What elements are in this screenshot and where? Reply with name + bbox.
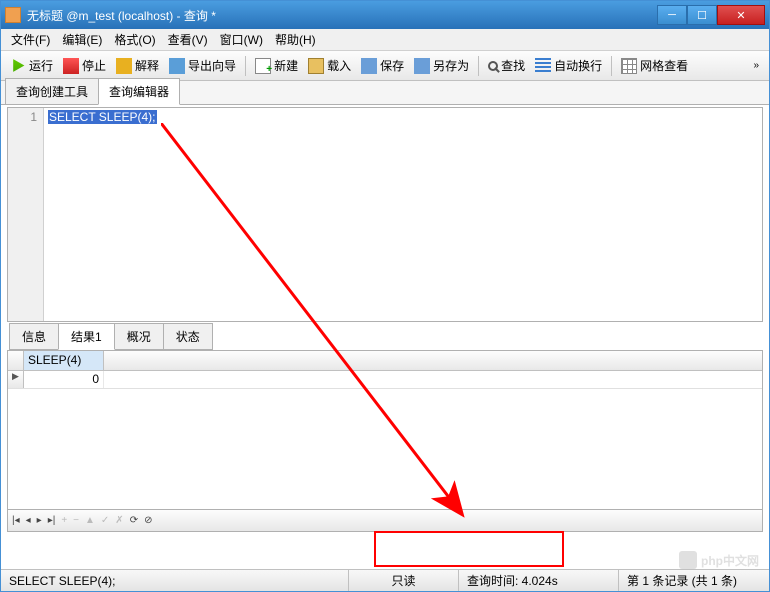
stop-label: 停止 [82, 57, 106, 74]
grid-view-button[interactable]: 网格查看 [616, 54, 693, 77]
tab-status[interactable]: 状态 [163, 323, 213, 350]
nav-prev[interactable]: ◂ [26, 515, 31, 526]
tab-result1[interactable]: 结果1 [58, 323, 115, 350]
saveas-label: 另存为 [433, 57, 469, 74]
line-gutter: 1 [8, 108, 44, 321]
line-number: 1 [8, 110, 37, 124]
load-button[interactable]: 载入 [303, 54, 356, 77]
result-tab-row: 信息 结果1 概况 状态 [1, 326, 769, 350]
status-readonly: 只读 [349, 570, 459, 591]
saveas-button[interactable]: 另存为 [409, 54, 474, 77]
title-bar: 无标题 @m_test (localhost) - 查询 * ─ ☐ ✕ [1, 1, 769, 29]
grid-view-label: 网格查看 [640, 57, 688, 74]
export-icon [169, 58, 185, 74]
nav-next[interactable]: ▸ [37, 515, 42, 526]
record-navigator: |◂ ◂ ▸ ▸| + − ▲ ✓ ✗ ⟳ ⊘ [7, 510, 763, 532]
nav-last[interactable]: ▸| [48, 515, 56, 526]
tab-query-builder[interactable]: 查询创建工具 [5, 78, 99, 104]
wrap-label: 自动换行 [554, 57, 602, 74]
nav-stop[interactable]: ⊘ [144, 515, 152, 526]
stop-icon [63, 58, 79, 74]
table-row[interactable]: ▶ 0 [8, 371, 762, 389]
new-label: 新建 [274, 57, 298, 74]
maximize-button[interactable]: ☐ [687, 5, 717, 25]
save-label: 保存 [380, 57, 404, 74]
nav-refresh[interactable]: ⟳ [130, 515, 138, 526]
tab-info[interactable]: 信息 [9, 323, 59, 350]
grid-icon [621, 58, 637, 74]
load-icon [308, 58, 324, 74]
result-grid[interactable]: SLEEP(4) ▶ 0 [7, 350, 763, 510]
app-window: 无标题 @m_test (localhost) - 查询 * ─ ☐ ✕ 文件(… [0, 0, 770, 592]
minimize-button[interactable]: ─ [657, 5, 687, 25]
explain-button[interactable]: 解释 [111, 54, 164, 77]
menu-view[interactable]: 查看(V) [162, 29, 214, 50]
status-bar: SELECT SLEEP(4); 只读 查询时间: 4.024s 第 1 条记录… [1, 569, 769, 591]
watermark: php中文网 [679, 551, 759, 569]
export-label: 导出向导 [188, 57, 236, 74]
app-icon [5, 7, 21, 23]
row-indicator: ▶ [8, 371, 24, 388]
menu-format[interactable]: 格式(O) [108, 29, 161, 50]
cell-value[interactable]: 0 [24, 371, 104, 388]
run-button[interactable]: 运行 [5, 54, 58, 77]
save-icon [361, 58, 377, 74]
toolbar-overflow[interactable]: » [747, 60, 765, 71]
search-icon [488, 61, 498, 71]
toolbar-separator [245, 56, 246, 76]
menu-bar: 文件(F) 编辑(E) 格式(O) 查看(V) 窗口(W) 帮助(H) [1, 29, 769, 51]
stop-button[interactable]: 停止 [58, 54, 111, 77]
column-header[interactable]: SLEEP(4) [24, 351, 104, 370]
status-query-time: 查询时间: 4.024s [459, 570, 619, 591]
sql-text-selected: SELECT SLEEP(4); [48, 110, 157, 124]
sql-editor-pane: 1 SELECT SLEEP(4); [7, 107, 763, 322]
menu-file[interactable]: 文件(F) [5, 29, 56, 50]
tab-profile[interactable]: 概况 [114, 323, 164, 350]
window-title: 无标题 @m_test (localhost) - 查询 * [27, 7, 657, 24]
nav-commit: ✓ [101, 515, 109, 526]
status-record-count: 第 1 条记录 (共 1 条) [619, 570, 769, 591]
toolbar: 运行 停止 解释 导出向导 新建 载入 保存 另存为 查找 自动换行 网格查看 … [1, 51, 769, 81]
grid-corner [8, 351, 24, 370]
explain-label: 解释 [135, 57, 159, 74]
find-button[interactable]: 查找 [483, 54, 530, 77]
nav-add: + [61, 515, 67, 526]
load-label: 载入 [327, 57, 351, 74]
close-button[interactable]: ✕ [717, 5, 765, 25]
nav-delete: − [73, 515, 79, 526]
wrap-icon [535, 58, 551, 74]
watermark-text: php中文网 [701, 552, 759, 569]
toolbar-separator [611, 56, 612, 76]
play-icon [10, 58, 26, 74]
run-label: 运行 [29, 57, 53, 74]
new-button[interactable]: 新建 [250, 54, 303, 77]
new-icon [255, 58, 271, 74]
tab-query-editor[interactable]: 查询编辑器 [98, 78, 180, 105]
find-label: 查找 [501, 57, 525, 74]
save-button[interactable]: 保存 [356, 54, 409, 77]
menu-help[interactable]: 帮助(H) [269, 29, 322, 50]
grid-header-row: SLEEP(4) [8, 351, 762, 371]
sql-editor[interactable]: SELECT SLEEP(4); [44, 108, 762, 321]
saveas-icon [414, 58, 430, 74]
watermark-icon [679, 551, 697, 569]
nav-first[interactable]: |◂ [12, 515, 20, 526]
menu-edit[interactable]: 编辑(E) [56, 29, 108, 50]
explain-icon [116, 58, 132, 74]
nav-cancel: ✗ [115, 515, 123, 526]
editor-tab-row: 查询创建工具 查询编辑器 [1, 81, 769, 105]
toolbar-separator [478, 56, 479, 76]
nav-edit: ▲ [85, 515, 95, 526]
export-wizard-button[interactable]: 导出向导 [164, 54, 241, 77]
wrap-button[interactable]: 自动换行 [530, 54, 607, 77]
status-sql: SELECT SLEEP(4); [1, 570, 349, 591]
annotation-highlight-box [374, 531, 564, 567]
menu-window[interactable]: 窗口(W) [214, 29, 269, 50]
